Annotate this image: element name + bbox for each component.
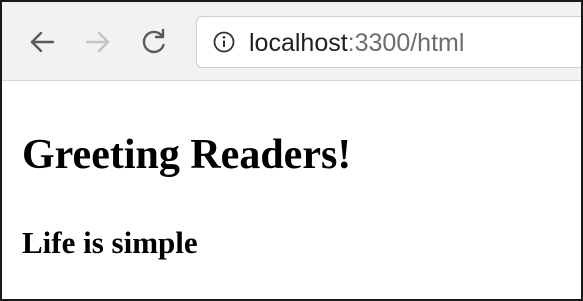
page-content: Greeting Readers! Life is simple <box>2 81 581 299</box>
reload-button[interactable] <box>136 24 172 60</box>
page-subheading: Life is simple <box>22 225 198 260</box>
browser-window: localhost:3300/html Greeting Readers! Li… <box>0 0 583 301</box>
browser-toolbar: localhost:3300/html <box>2 2 581 81</box>
url-path: :3300/html <box>347 29 465 57</box>
url-host: localhost <box>249 29 348 57</box>
reload-icon <box>142 28 165 54</box>
address-url[interactable]: localhost:3300/html <box>249 28 464 58</box>
forward-button[interactable] <box>80 24 116 60</box>
info-circle-icon[interactable] <box>213 31 235 53</box>
page-heading: Greeting Readers! <box>22 132 352 178</box>
back-button[interactable] <box>24 24 60 60</box>
address-bar[interactable]: localhost:3300/html <box>196 16 581 68</box>
arrow-right-icon <box>85 31 110 53</box>
arrow-left-icon <box>30 31 55 53</box>
